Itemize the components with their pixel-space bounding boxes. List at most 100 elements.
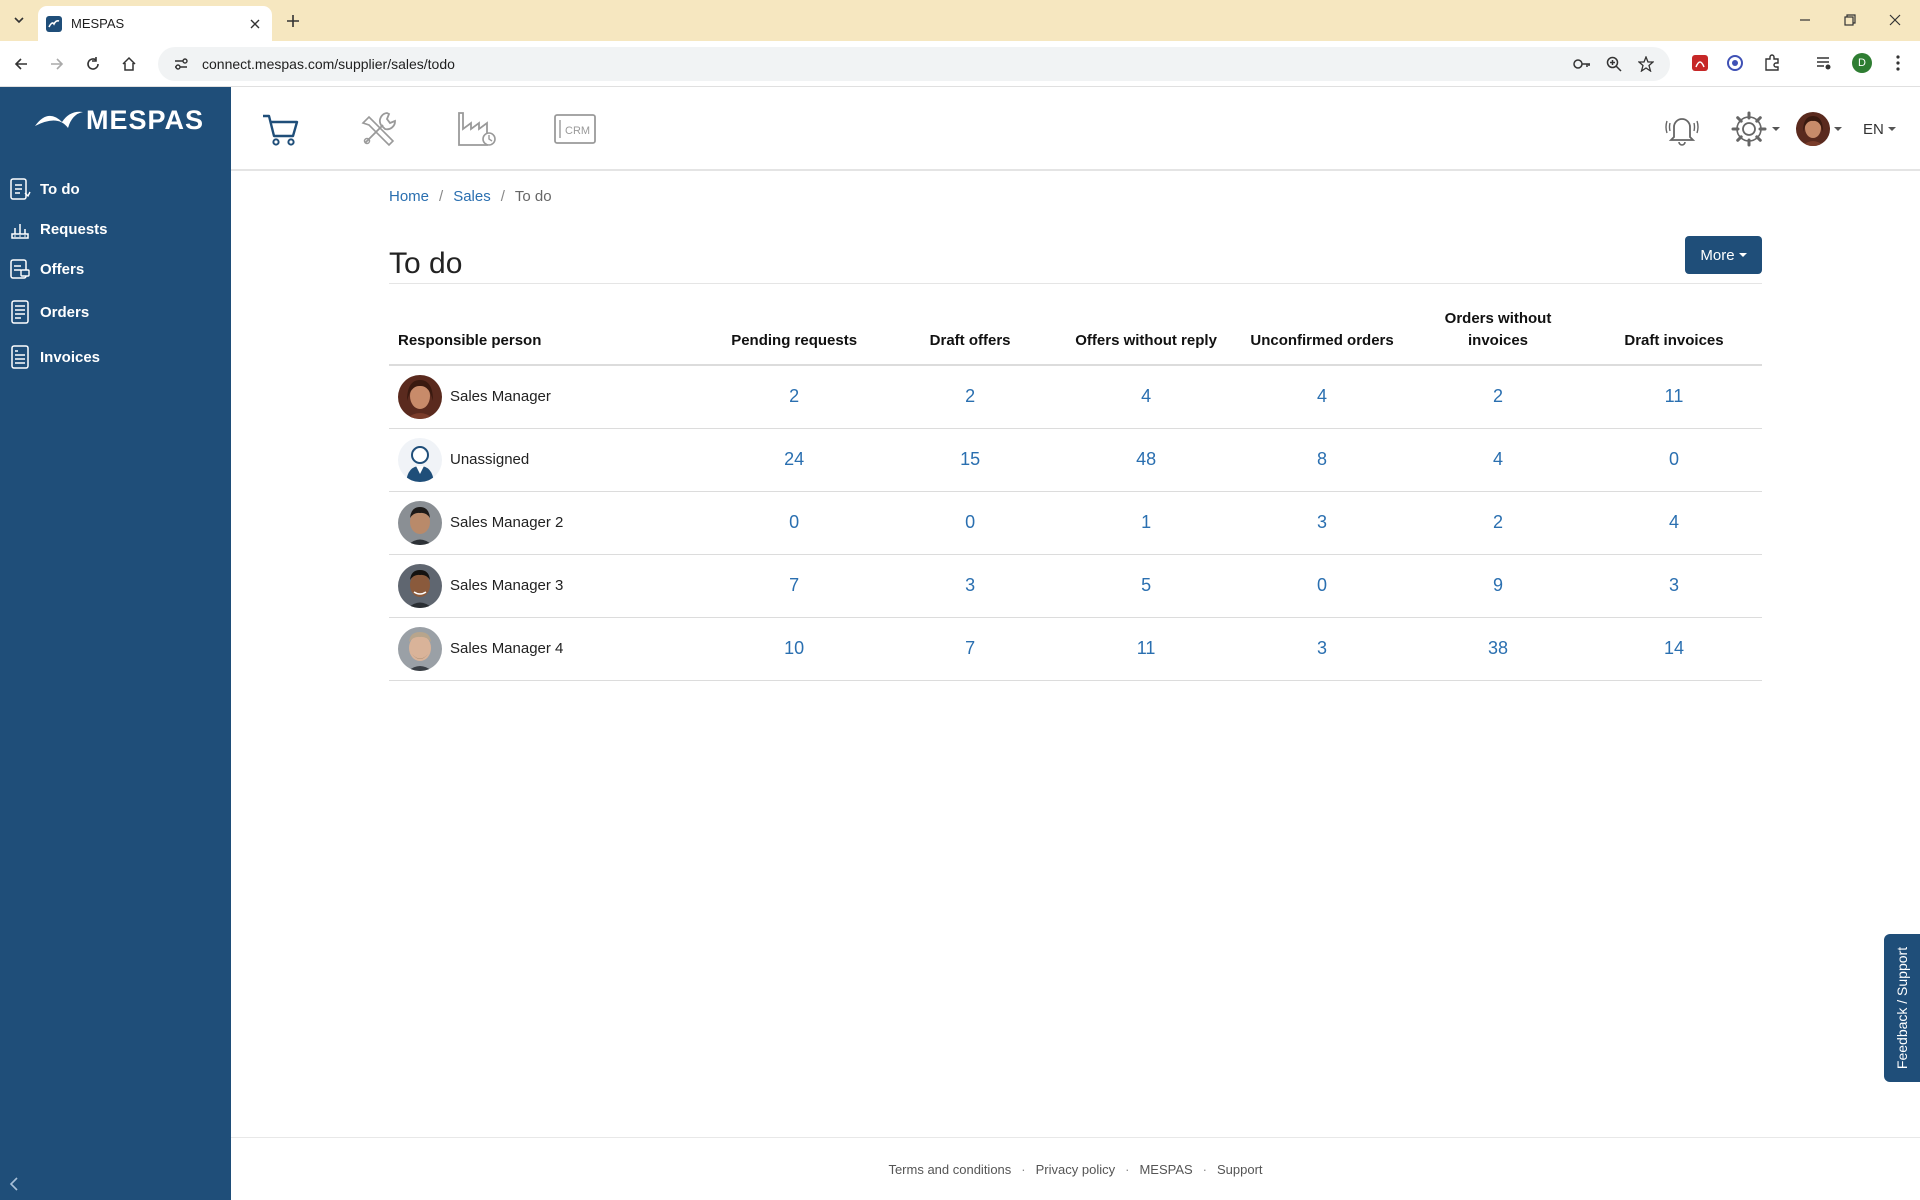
url-text: connect.mespas.com/supplier/sales/todo [202, 56, 455, 72]
draft-invoices-link[interactable]: 4 [1669, 512, 1679, 532]
offers-without-reply-link[interactable]: 4 [1141, 386, 1151, 406]
factory-icon[interactable] [453, 107, 501, 151]
draft-offers-link[interactable]: 0 [965, 512, 975, 532]
browser-tab-active[interactable]: MESPAS [38, 6, 272, 41]
sidebar-item-offers[interactable]: Offers [8, 254, 84, 284]
count-cell: 0 [882, 491, 1059, 555]
sidebar-item-orders[interactable]: Orders [8, 297, 89, 327]
new-tab-button[interactable] [281, 9, 305, 33]
offers-without-reply-link[interactable]: 11 [1137, 638, 1156, 658]
avatar [398, 626, 442, 671]
orders-without-invoices-link[interactable]: 2 [1493, 386, 1503, 406]
mespas-logo[interactable]: MESPAS [34, 105, 204, 136]
browser-menu-kebab-icon[interactable] [1886, 51, 1910, 75]
crm-icon[interactable]: CRM [551, 107, 599, 151]
unconfirmed-orders-link[interactable]: 3 [1317, 638, 1327, 658]
draft-offers-link[interactable]: 7 [965, 638, 975, 658]
count-cell: 2 [1410, 365, 1586, 429]
sidebar-item-invoices[interactable]: Invoices [8, 342, 100, 372]
site-settings-icon[interactable] [172, 55, 190, 73]
draft-invoices-link[interactable]: 0 [1669, 449, 1679, 469]
unconfirmed-orders-link[interactable]: 8 [1317, 449, 1327, 469]
orders-without-invoices-link[interactable]: 4 [1493, 449, 1503, 469]
terms-link[interactable]: Terms and conditions [888, 1162, 1011, 1177]
collapse-sidebar-icon[interactable] [4, 1174, 24, 1194]
count-cell: 11 [1058, 617, 1235, 681]
tools-icon[interactable] [355, 107, 403, 151]
avatar [398, 437, 442, 482]
gear-icon [1731, 111, 1767, 147]
pending-requests-link[interactable]: 7 [789, 575, 799, 595]
notifications-bell-icon[interactable] [1662, 109, 1702, 149]
record-extension-icon[interactable] [1723, 51, 1747, 75]
close-window-icon[interactable] [1880, 8, 1910, 32]
restore-window-icon[interactable] [1835, 8, 1865, 32]
unconfirmed-orders-link[interactable]: 0 [1317, 575, 1327, 595]
offers-without-reply-link[interactable]: 1 [1141, 512, 1151, 532]
tab-search-button[interactable] [8, 9, 30, 31]
offers-icon [8, 255, 32, 283]
orders-without-invoices-link[interactable]: 2 [1493, 512, 1503, 532]
offers-without-reply-link[interactable]: 5 [1141, 575, 1151, 595]
pending-requests-link[interactable]: 2 [789, 386, 799, 406]
more-button[interactable]: More [1685, 236, 1762, 274]
cart-icon[interactable] [257, 107, 305, 151]
pending-requests-link[interactable]: 10 [784, 638, 804, 658]
offers-without-reply-link[interactable]: 48 [1136, 449, 1156, 469]
count-cell: 0 [1586, 428, 1762, 492]
extensions-puzzle-icon[interactable] [1760, 51, 1784, 75]
orders-without-invoices-link[interactable]: 9 [1493, 575, 1503, 595]
pending-requests-link[interactable]: 24 [784, 449, 804, 469]
person-name: Sales Manager 4 [450, 640, 564, 657]
app-header: CRM EN [231, 87, 1920, 171]
user-menu-dropdown[interactable] [1796, 109, 1842, 149]
orders-without-invoices-link[interactable]: 38 [1488, 638, 1508, 658]
media-queue-icon[interactable] [1812, 51, 1836, 75]
draft-invoices-link[interactable]: 14 [1664, 638, 1684, 658]
tab-title: MESPAS [71, 16, 125, 31]
draft-invoices-link[interactable]: 3 [1669, 575, 1679, 595]
password-key-icon[interactable] [1570, 52, 1594, 76]
close-tab-icon[interactable] [246, 15, 264, 33]
person-name: Unassigned [450, 451, 530, 468]
support-link[interactable]: Support [1217, 1162, 1263, 1177]
language-dropdown[interactable]: EN [1863, 109, 1896, 149]
pdf-extension-icon[interactable] [1688, 51, 1712, 75]
mespas-link[interactable]: MESPAS [1139, 1162, 1192, 1177]
back-arrow-icon[interactable] [8, 51, 34, 77]
breadcrumb-home-link[interactable]: Home [389, 188, 429, 205]
sidebar-item-label: Requests [40, 220, 108, 238]
sidebar-item-requests[interactable]: Requests [8, 214, 108, 244]
feedback-support-tab[interactable]: Feedback / Support [1884, 934, 1920, 1082]
minimize-window-icon[interactable] [1790, 8, 1820, 32]
browser-profile-avatar[interactable]: D [1852, 53, 1872, 73]
unconfirmed-orders-link[interactable]: 3 [1317, 512, 1327, 532]
bookmark-star-icon[interactable] [1634, 52, 1658, 76]
reload-icon[interactable] [80, 51, 106, 77]
draft-offers-link[interactable]: 15 [960, 449, 980, 469]
breadcrumb-sales-link[interactable]: Sales [453, 188, 491, 205]
browser-toolbar: connect.mespas.com/supplier/sales/todo [0, 41, 1920, 87]
draft-offers-link[interactable]: 2 [965, 386, 975, 406]
table-row: Sales Manager 3 7 3 5 0 9 3 [389, 554, 1762, 618]
person-name: Sales Manager 2 [450, 514, 564, 531]
zoom-icon[interactable] [1602, 52, 1626, 76]
home-icon[interactable] [116, 51, 142, 77]
draft-offers-link[interactable]: 3 [965, 575, 975, 595]
column-header-unconfirmed-orders: Unconfirmed orders [1234, 300, 1411, 366]
column-header-draft-invoices: Draft invoices [1586, 300, 1762, 366]
table-header-row: Responsible person Pending requests Draf… [389, 300, 1762, 366]
count-cell: 0 [706, 491, 883, 555]
privacy-link[interactable]: Privacy policy [1036, 1162, 1115, 1177]
draft-invoices-link[interactable]: 11 [1665, 386, 1684, 406]
unconfirmed-orders-link[interactable]: 4 [1317, 386, 1327, 406]
settings-gear-dropdown[interactable] [1730, 109, 1780, 149]
forward-arrow-icon[interactable] [44, 51, 70, 77]
person-cell: Sales Manager 4 [389, 617, 707, 681]
sidebar-item-todo[interactable]: To do [8, 174, 80, 204]
sidebar-item-label: Offers [40, 260, 85, 278]
count-cell: 3 [1234, 491, 1411, 555]
address-bar[interactable]: connect.mespas.com/supplier/sales/todo [158, 47, 1670, 81]
pending-requests-link[interactable]: 0 [789, 512, 799, 532]
table-row: Unassigned 24 15 48 8 4 0 [389, 428, 1762, 492]
